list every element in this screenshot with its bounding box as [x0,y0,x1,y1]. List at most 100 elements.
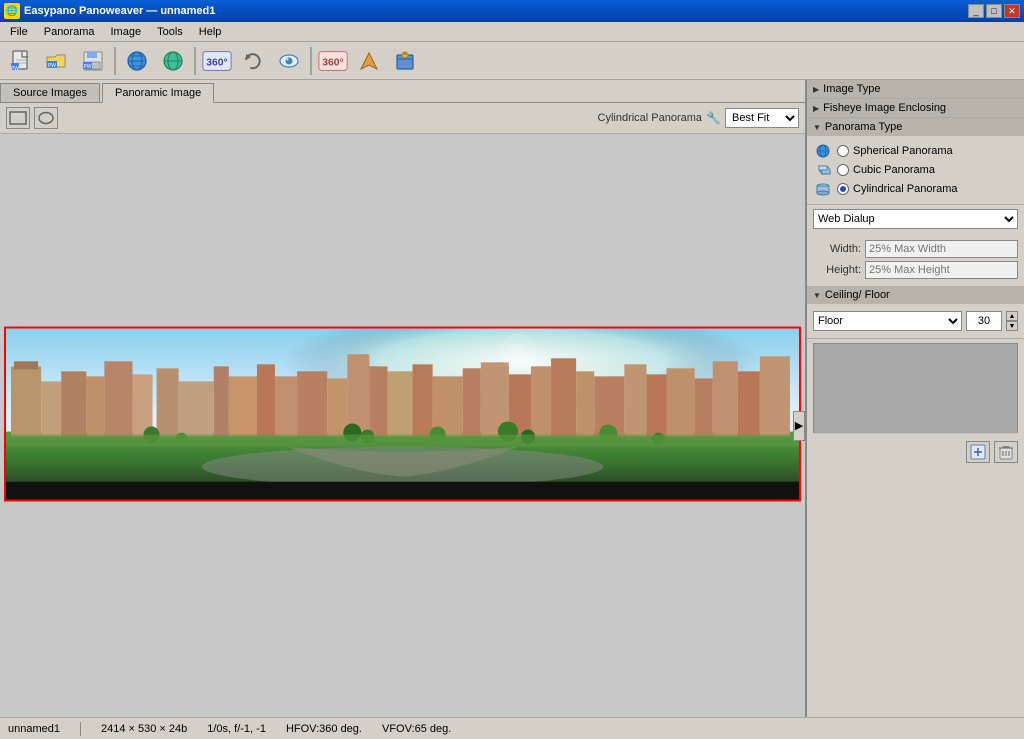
close-button[interactable]: ✕ [1004,4,1020,18]
arrow-button[interactable] [352,45,386,77]
globe2-button[interactable] [156,45,190,77]
image-type-section: ▶ Image Type [807,80,1024,99]
cubic-label: Cubic Panorama [853,164,935,176]
menu-help[interactable]: Help [191,24,230,40]
panorama-strip [4,326,801,501]
right-panel: ▶ Image Type ▶ Fisheye Image Enclosing ▼… [806,80,1024,717]
cubic-radio[interactable] [837,164,849,176]
360-button[interactable]: 360° [200,45,234,77]
left-panel: Source Images Panoramic Image Cylindrica… [0,80,806,717]
svg-text:PW: PW [83,64,91,70]
image-type-label: Image Type [823,83,880,95]
width-row: Width: [813,240,1018,258]
quality-dropdown[interactable]: Web Dialup Web Broadband High Quality Cu… [813,209,1018,229]
main-area: Source Images Panoramic Image Cylindrica… [0,80,1024,717]
status-sep1 [80,722,81,736]
publish-button[interactable] [388,45,422,77]
pano-type-label: Cylindrical Panorama [598,112,703,124]
bottom-buttons [807,437,1024,467]
settings-icon: 🔧 [706,111,721,125]
panorama-type-content: Spherical Panorama Cubic Panorama [807,136,1024,204]
fisheye-label: Fisheye Image Enclosing [823,102,946,114]
image-type-arrow: ▶ [813,85,819,94]
ceiling-floor-header[interactable]: ▼ Ceiling/ Floor [807,286,1024,304]
scroll-right-button[interactable]: ▶ [793,411,805,441]
save-button[interactable]: PW [76,45,110,77]
360b-button[interactable]: 360° [316,45,350,77]
floor-spin-up[interactable]: ▲ [1006,311,1018,321]
cylindrical-icon [813,181,833,197]
floor-value-input[interactable] [966,311,1002,331]
maximize-button[interactable]: □ [986,4,1002,18]
cubic-icon [813,162,833,178]
app-icon: 🌐 [4,3,20,19]
status-exposure: 1/0s, f/-1, -1 [207,723,266,735]
panorama-type-arrow: ▼ [813,123,821,132]
sep2 [194,47,196,75]
spherical-row: Spherical Panorama [813,143,1018,159]
quality-section: Web Dialup Web Broadband High Quality Cu… [807,205,1024,233]
height-row: Height: [813,261,1018,279]
tab-source-images[interactable]: Source Images [0,83,100,102]
fisheye-header[interactable]: ▶ Fisheye Image Enclosing [807,99,1024,117]
height-label: Height: [813,264,865,276]
panorama-type-section: ▼ Panorama Type Spherical Panorama [807,118,1024,205]
circle-view-button[interactable] [34,107,58,129]
titlebar: 🌐 Easypano Panoweaver — unnamed1 _ □ ✕ [0,0,1024,22]
ceiling-floor-section: ▼ Ceiling/ Floor Floor Ceiling ▲ ▼ [807,286,1024,339]
panorama-type-header[interactable]: ▼ Panorama Type [807,118,1024,136]
floor-row: Floor Ceiling ▲ ▼ [813,311,1018,331]
delete-image-button[interactable] [994,441,1018,463]
ceiling-floor-arrow: ▼ [813,291,821,300]
width-input[interactable] [865,240,1018,258]
cylindrical-row: Cylindrical Panorama [813,181,1018,197]
open-button[interactable]: PW [40,45,74,77]
sep1 [114,47,116,75]
menu-image[interactable]: Image [103,24,150,40]
image-type-header[interactable]: ▶ Image Type [807,80,1024,98]
view-toolbar: Cylindrical Panorama 🔧 Best Fit Fit Widt… [0,103,805,134]
rect-view-button[interactable] [6,107,30,129]
ceiling-floor-content: Floor Ceiling ▲ ▼ [807,304,1024,338]
window-controls: _ □ ✕ [968,4,1020,18]
add-image-button[interactable] [966,441,990,463]
spherical-icon [813,143,833,159]
status-vfov: VFOV:65 deg. [382,723,451,735]
canvas-area: ▶ [0,134,805,717]
menubar: File Panorama Image Tools Help [0,22,1024,42]
minimize-button[interactable]: _ [968,4,984,18]
height-input[interactable] [865,261,1018,279]
fisheye-section: ▶ Fisheye Image Enclosing [807,99,1024,118]
undo-button[interactable] [236,45,270,77]
tab-bar: Source Images Panoramic Image [0,80,805,103]
eye-button[interactable] [272,45,306,77]
svg-text:PW: PW [11,66,19,72]
status-filename: unnamed1 [8,723,60,735]
toolbar: PW PW PW [0,42,1024,80]
status-dimensions: 2414 × 530 × 24b [101,723,187,735]
spherical-label: Spherical Panorama [853,145,953,157]
menu-panorama[interactable]: Panorama [36,24,103,40]
cylindrical-radio[interactable] [837,183,849,195]
dimensions-section: Width: Height: [807,233,1024,286]
spherical-radio[interactable] [837,145,849,157]
window-title: Easypano Panoweaver — unnamed1 [24,5,968,17]
menu-file[interactable]: File [2,24,36,40]
new-button[interactable]: PW [4,45,38,77]
menu-tools[interactable]: Tools [149,24,191,40]
thumbnail-area [813,343,1018,433]
svg-text:360°: 360° [206,57,227,68]
cubic-row: Cubic Panorama [813,162,1018,178]
ceiling-floor-label: Ceiling/ Floor [825,289,890,301]
fit-dropdown[interactable]: Best Fit Fit Width Fit Height 100% 50% 2… [725,108,799,128]
svg-text:PW: PW [48,63,56,69]
floor-spin-down[interactable]: ▼ [1006,321,1018,331]
floor-dropdown[interactable]: Floor Ceiling [813,311,962,331]
status-hfov: HFOV:360 deg. [286,723,362,735]
fisheye-arrow: ▶ [813,104,819,113]
tab-panoramic-image[interactable]: Panoramic Image [102,83,214,103]
cylindrical-label: Cylindrical Panorama [853,183,958,195]
width-label: Width: [813,243,865,255]
panorama-type-label: Panorama Type [825,121,902,133]
globe1-button[interactable] [120,45,154,77]
